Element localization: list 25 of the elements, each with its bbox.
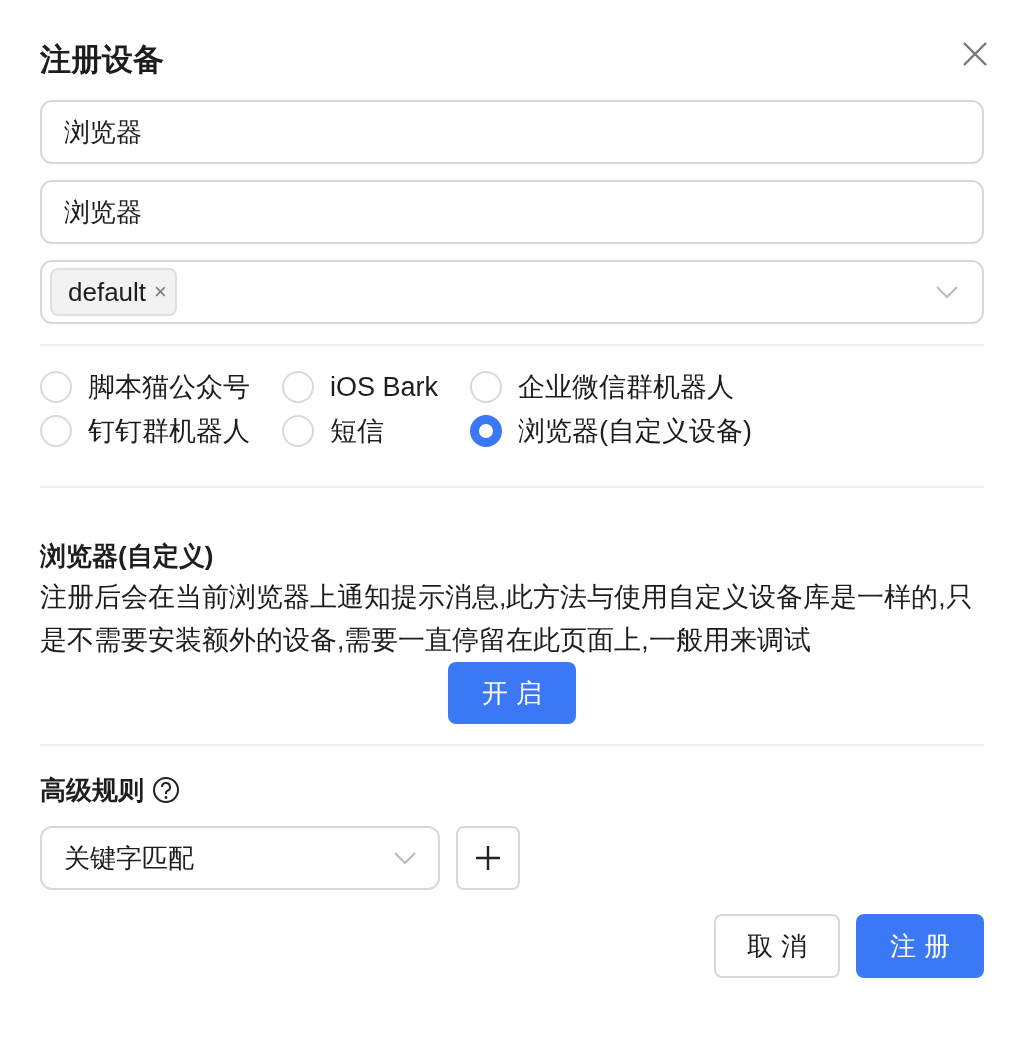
section-title: 浏览器(自定义) xyxy=(40,540,215,573)
dialog-title: 注册设备 xyxy=(40,41,164,79)
chevron-down-icon xyxy=(936,285,958,299)
chevron-down-icon xyxy=(394,851,416,865)
cancel-button[interactable]: 取 消 xyxy=(714,914,840,978)
radio-option[interactable]: iOS Bark xyxy=(282,368,439,406)
add-button[interactable] xyxy=(456,826,520,890)
radio-option[interactable]: 短信 xyxy=(282,412,439,450)
text-input[interactable]: 浏览器 xyxy=(40,100,984,164)
radio-option[interactable]: 脚本猫公众号 xyxy=(40,368,250,406)
radio-button[interactable] xyxy=(470,415,503,447)
register-button[interactable]: 注 册 xyxy=(856,914,984,978)
radio-option[interactable]: 浏览器(自定义设备) xyxy=(470,412,752,450)
plus-icon xyxy=(475,845,501,871)
section-description: 注册后会在当前浏览器上通知提示消息,此方法与使用自定义设备库是一样的,只是不需要安装额外的设备,需要一直停留在此页面上,一般用来调试 xyxy=(40,581,974,657)
help-icon xyxy=(152,776,180,804)
advanced-rules-title: 高级规则 xyxy=(40,774,144,807)
text-input[interactable]: 浏览器 xyxy=(40,180,984,244)
tag-label: default xyxy=(68,275,147,309)
tag-remove-button[interactable]: × xyxy=(154,281,167,303)
tag-select[interactable]: default × xyxy=(40,260,984,324)
radio-option[interactable]: 钉钉群机器人 xyxy=(40,412,250,450)
radio-option[interactable]: 企业微信群机器人 xyxy=(470,368,752,406)
enable-button[interactable]: 开 启 xyxy=(448,662,576,724)
rule-select[interactable]: 关键字匹配 xyxy=(40,826,440,890)
